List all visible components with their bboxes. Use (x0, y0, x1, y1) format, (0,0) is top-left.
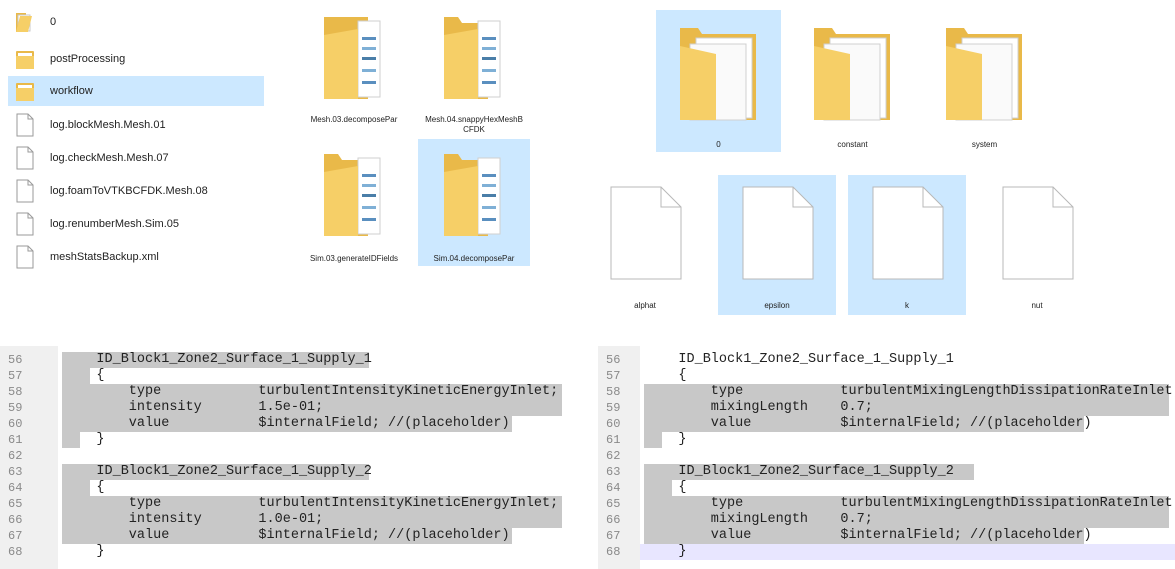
folder-tile-system[interactable]: system (922, 10, 1047, 152)
list-item-workflow[interactable]: workflow (8, 76, 264, 106)
folder-tile-label: constant (837, 140, 868, 149)
folder-tile-mesh04[interactable]: Mesh.04.snappyHexMeshB CFDK (420, 5, 528, 134)
list-item-label: 0 (50, 16, 57, 28)
file-icon (610, 186, 682, 280)
code-editor-right[interactable]: 56 ID_Block1_Zone2_Surface_1_Supply_1 57… (598, 346, 1175, 569)
list-item-postprocessing[interactable]: postProcessing (8, 44, 264, 74)
file-tile-label: epsilon (764, 301, 790, 310)
folder-tile-label: Mesh.04.snappyHexMeshB (425, 115, 523, 124)
list-item-label: log.foamToVTKBCFDK.Mesh.08 (50, 185, 208, 197)
folder-tile-label: Mesh.03.decomposePar (310, 115, 398, 124)
folder-tile-sim04[interactable]: Sim.04.decomposePar (418, 139, 530, 266)
folder-open-icon (814, 28, 890, 121)
list-item-0[interactable]: 0 (8, 7, 264, 37)
file-icon (12, 145, 38, 171)
folder-tile-label: Sim.03.generateIDFields (309, 254, 399, 263)
folder-tile-sim03[interactable]: Sim.03.generateIDFields (300, 140, 408, 265)
file-tile-alphat[interactable]: alphat (586, 175, 704, 315)
file-tile-epsilon[interactable]: epsilon (718, 175, 836, 315)
file-icon (742, 186, 814, 280)
folder-tile-mesh03[interactable]: Mesh.03.decomposePar (300, 5, 408, 130)
file-icon (12, 178, 38, 204)
folder-open-icon (12, 9, 38, 35)
folder-tile-label: Sim.04.decomposePar (433, 254, 515, 263)
list-item-label: log.checkMesh.Mesh.07 (50, 152, 169, 164)
folder-icon (12, 78, 38, 104)
folder-tile-label: system (971, 140, 998, 149)
file-icon (1002, 186, 1074, 280)
folder-tile-0[interactable]: 0 (656, 10, 781, 152)
file-tile-k[interactable]: k (848, 175, 966, 315)
list-item-meshstats[interactable]: meshStatsBackup.xml (8, 242, 264, 272)
list-item-label: meshStatsBackup.xml (50, 251, 159, 263)
list-item-label: postProcessing (50, 53, 126, 65)
folder-open-icon (946, 28, 1022, 121)
folder-tile-label: CFDK (463, 125, 485, 134)
file-tile-label: nut (1031, 301, 1043, 310)
folder-documents-icon (444, 154, 501, 236)
file-tile-nut[interactable]: nut (978, 175, 1096, 315)
file-list-panel: 0 postProcessing workflow log.blockMesh.… (0, 0, 290, 280)
folder-documents-icon (444, 17, 501, 99)
folder-documents-icon (324, 154, 381, 236)
file-icon (12, 112, 38, 138)
list-item-log-checkmesh[interactable]: log.checkMesh.Mesh.07 (8, 143, 264, 173)
file-icon (872, 186, 944, 280)
folder-documents-icon (324, 17, 381, 99)
list-item-log-renumbermesh[interactable]: log.renumberMesh.Sim.05 (8, 209, 264, 239)
folder-tile-constant[interactable]: constant (790, 10, 915, 152)
file-icon (12, 244, 38, 270)
folder-open-icon (680, 28, 756, 121)
file-tile-label: alphat (634, 301, 656, 310)
list-item-log-foamtovtk[interactable]: log.foamToVTKBCFDK.Mesh.08 (8, 176, 264, 206)
folder-tile-label: 0 (716, 140, 721, 149)
folder-icon (12, 46, 38, 72)
list-item-label: log.blockMesh.Mesh.01 (50, 119, 166, 131)
file-tile-label: k (905, 301, 909, 310)
code-editor-left[interactable]: 56 ID_Block1_Zone2_Surface_1_Supply_1 57… (0, 346, 585, 569)
list-item-log-blockmesh[interactable]: log.blockMesh.Mesh.01 (8, 110, 264, 140)
list-item-label: log.renumberMesh.Sim.05 (50, 218, 180, 230)
list-item-label: workflow (50, 85, 93, 97)
file-icon (12, 211, 38, 237)
